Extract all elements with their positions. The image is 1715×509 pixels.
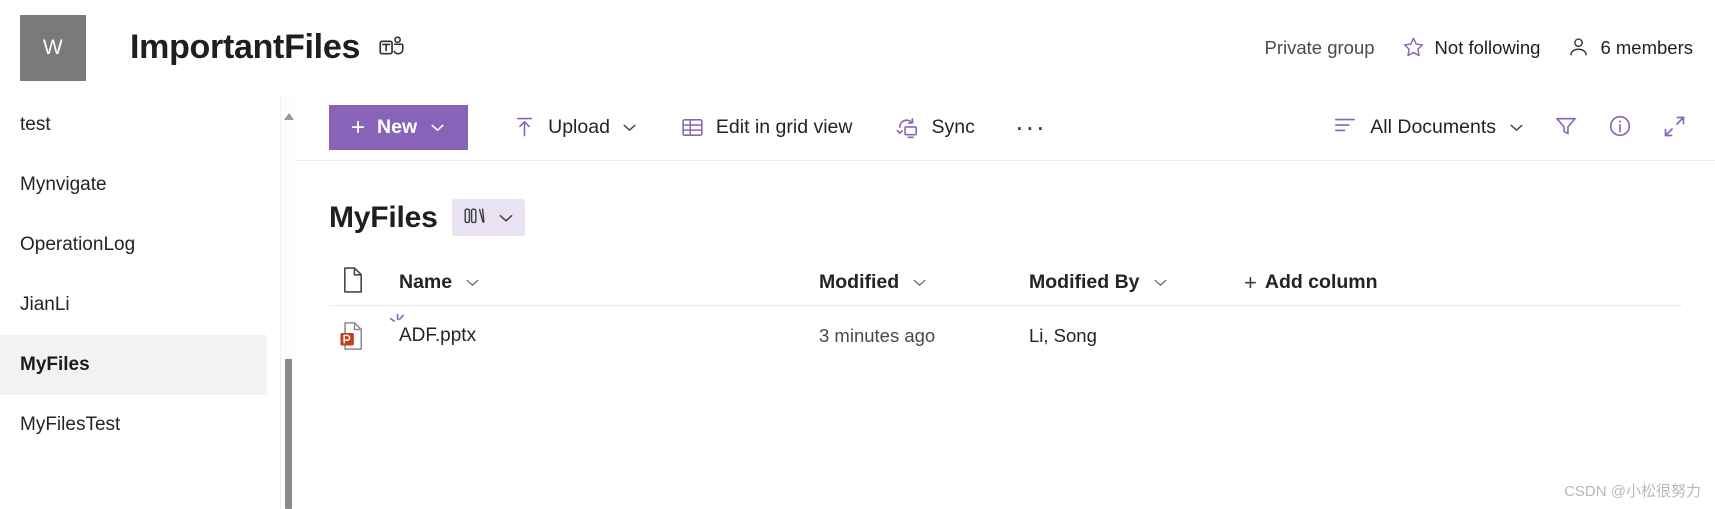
header-actions: Private group Not following 6 members <box>1265 35 1715 60</box>
table-icon <box>680 115 705 140</box>
list-title-row: MyFiles <box>296 161 1715 236</box>
filter-funnel-icon <box>1553 113 1579 142</box>
info-button[interactable] <box>1595 105 1645 150</box>
watermark-text: CSDN @小松很努力 <box>1564 483 1701 500</box>
members-label: 6 members <box>1600 36 1693 58</box>
more-options-button[interactable]: ··· <box>1003 114 1058 140</box>
columns-view-icon <box>462 205 488 230</box>
list-lines-icon <box>1332 112 1358 144</box>
command-bar-right-group: All Documents <box>1320 105 1715 150</box>
row-name-cell[interactable]: ADF.pptx <box>389 313 819 347</box>
plus-icon: + <box>351 113 366 141</box>
expand-button[interactable] <box>1649 105 1699 150</box>
sidebar-item-jianli[interactable]: JianLi <box>0 275 267 335</box>
star-icon <box>1401 35 1426 60</box>
chevron-down-icon <box>911 274 928 291</box>
row-modified-cell: 3 minutes ago <box>819 325 936 346</box>
follow-button[interactable]: Not following <box>1401 35 1541 60</box>
add-column-button[interactable]: + Add column <box>1244 271 1378 294</box>
upload-button[interactable]: Upload <box>498 105 652 150</box>
chevron-down-icon <box>497 209 515 227</box>
chevron-down-icon <box>1508 119 1525 136</box>
sidebar-item-label: test <box>20 114 51 135</box>
filter-button[interactable] <box>1541 105 1591 150</box>
file-type-icon <box>341 266 365 300</box>
column-header-filetype[interactable] <box>329 266 399 300</box>
row-modified-by-cell: Li, Song <box>1029 325 1097 346</box>
column-header-label: Modified By <box>1029 271 1140 293</box>
view-selector-label: All Documents <box>1370 116 1496 138</box>
members-button[interactable]: 6 members <box>1566 35 1693 60</box>
chevron-down-icon <box>1152 274 1169 291</box>
sidebar-scrollbar[interactable] <box>280 95 296 509</box>
sidebar-item-mynvigate[interactable]: Mynvigate <box>0 155 267 215</box>
powerpoint-icon <box>339 321 365 351</box>
file-name-link[interactable]: ADF.pptx <box>399 325 476 347</box>
add-column-label: Add column <box>1264 271 1378 293</box>
column-header-label: Modified <box>819 271 900 293</box>
new-button-label: New <box>377 116 418 138</box>
column-header-modified-by[interactable]: Modified By <box>1029 271 1244 294</box>
sidebar-item-myfiles[interactable]: MyFiles <box>0 335 267 395</box>
upload-label: Upload <box>548 116 610 138</box>
sidebar-item-myfilestest[interactable]: MyFilesTest <box>0 395 267 455</box>
command-bar: + New Upload Edit in grid view Sync ··· … <box>296 95 1715 161</box>
sidebar-item-operationlog[interactable]: OperationLog <box>0 215 267 275</box>
follow-label: Not following <box>1434 36 1541 58</box>
main-content: + New Upload Edit in grid view Sync ··· … <box>296 95 1715 509</box>
table-row[interactable]: ADF.pptx 3 minutes ago Li, Song <box>329 306 1682 366</box>
chevron-down-icon <box>621 119 638 136</box>
sidebar-item-label: JianLi <box>20 294 70 315</box>
page-title: ImportantFiles <box>130 28 361 66</box>
column-header-label: Name <box>399 271 453 293</box>
list-title: MyFiles <box>329 200 438 234</box>
site-title-group: ImportantFiles <box>130 28 405 67</box>
view-switcher-button[interactable] <box>451 199 525 236</box>
sidebar-item-label: MyFiles <box>20 354 90 375</box>
sync-button[interactable]: Sync <box>880 105 988 150</box>
expand-diagonal-icon <box>1661 113 1688 143</box>
sync-icon <box>894 115 920 141</box>
row-file-icon-cell <box>329 321 399 351</box>
column-header-modified[interactable]: Modified <box>819 271 1029 294</box>
sidebar-item-label: Mynvigate <box>20 174 107 195</box>
sidebar-item-test[interactable]: test <box>0 95 267 155</box>
table-header-row: Name Modified Modified By + Add column <box>329 260 1682 306</box>
plus-icon: + <box>1244 269 1257 295</box>
scroll-up-arrow-icon[interactable] <box>284 113 294 120</box>
sharepoint-document-library-page: W ImportantFiles Private group Not follo… <box>0 0 1715 509</box>
teams-icon[interactable] <box>378 34 405 61</box>
edit-in-grid-view-button[interactable]: Edit in grid view <box>666 105 867 150</box>
person-icon <box>1566 35 1591 60</box>
info-circle-icon <box>1607 113 1633 142</box>
documents-table: Name Modified Modified By + Add column A… <box>296 260 1715 366</box>
sync-label: Sync <box>931 116 975 138</box>
chevron-down-icon <box>429 119 446 136</box>
scrollbar-thumb[interactable] <box>285 359 292 509</box>
privacy-label: Private group <box>1264 36 1375 58</box>
upload-icon <box>512 115 537 140</box>
view-selector-button[interactable]: All Documents <box>1320 105 1537 150</box>
edit-in-grid-view-label: Edit in grid view <box>715 116 853 138</box>
site-header: W ImportantFiles Private group Not follo… <box>0 0 1715 95</box>
sidebar-navigation: test Mynvigate OperationLog JianLi MyFil… <box>0 95 267 509</box>
new-button[interactable]: + New <box>329 105 469 150</box>
chevron-down-icon <box>464 274 481 291</box>
column-header-name[interactable]: Name <box>399 271 819 294</box>
site-logo-avatar: W <box>20 14 86 81</box>
sidebar-item-label: OperationLog <box>20 234 136 255</box>
sidebar-item-label: MyFilesTest <box>20 414 121 435</box>
